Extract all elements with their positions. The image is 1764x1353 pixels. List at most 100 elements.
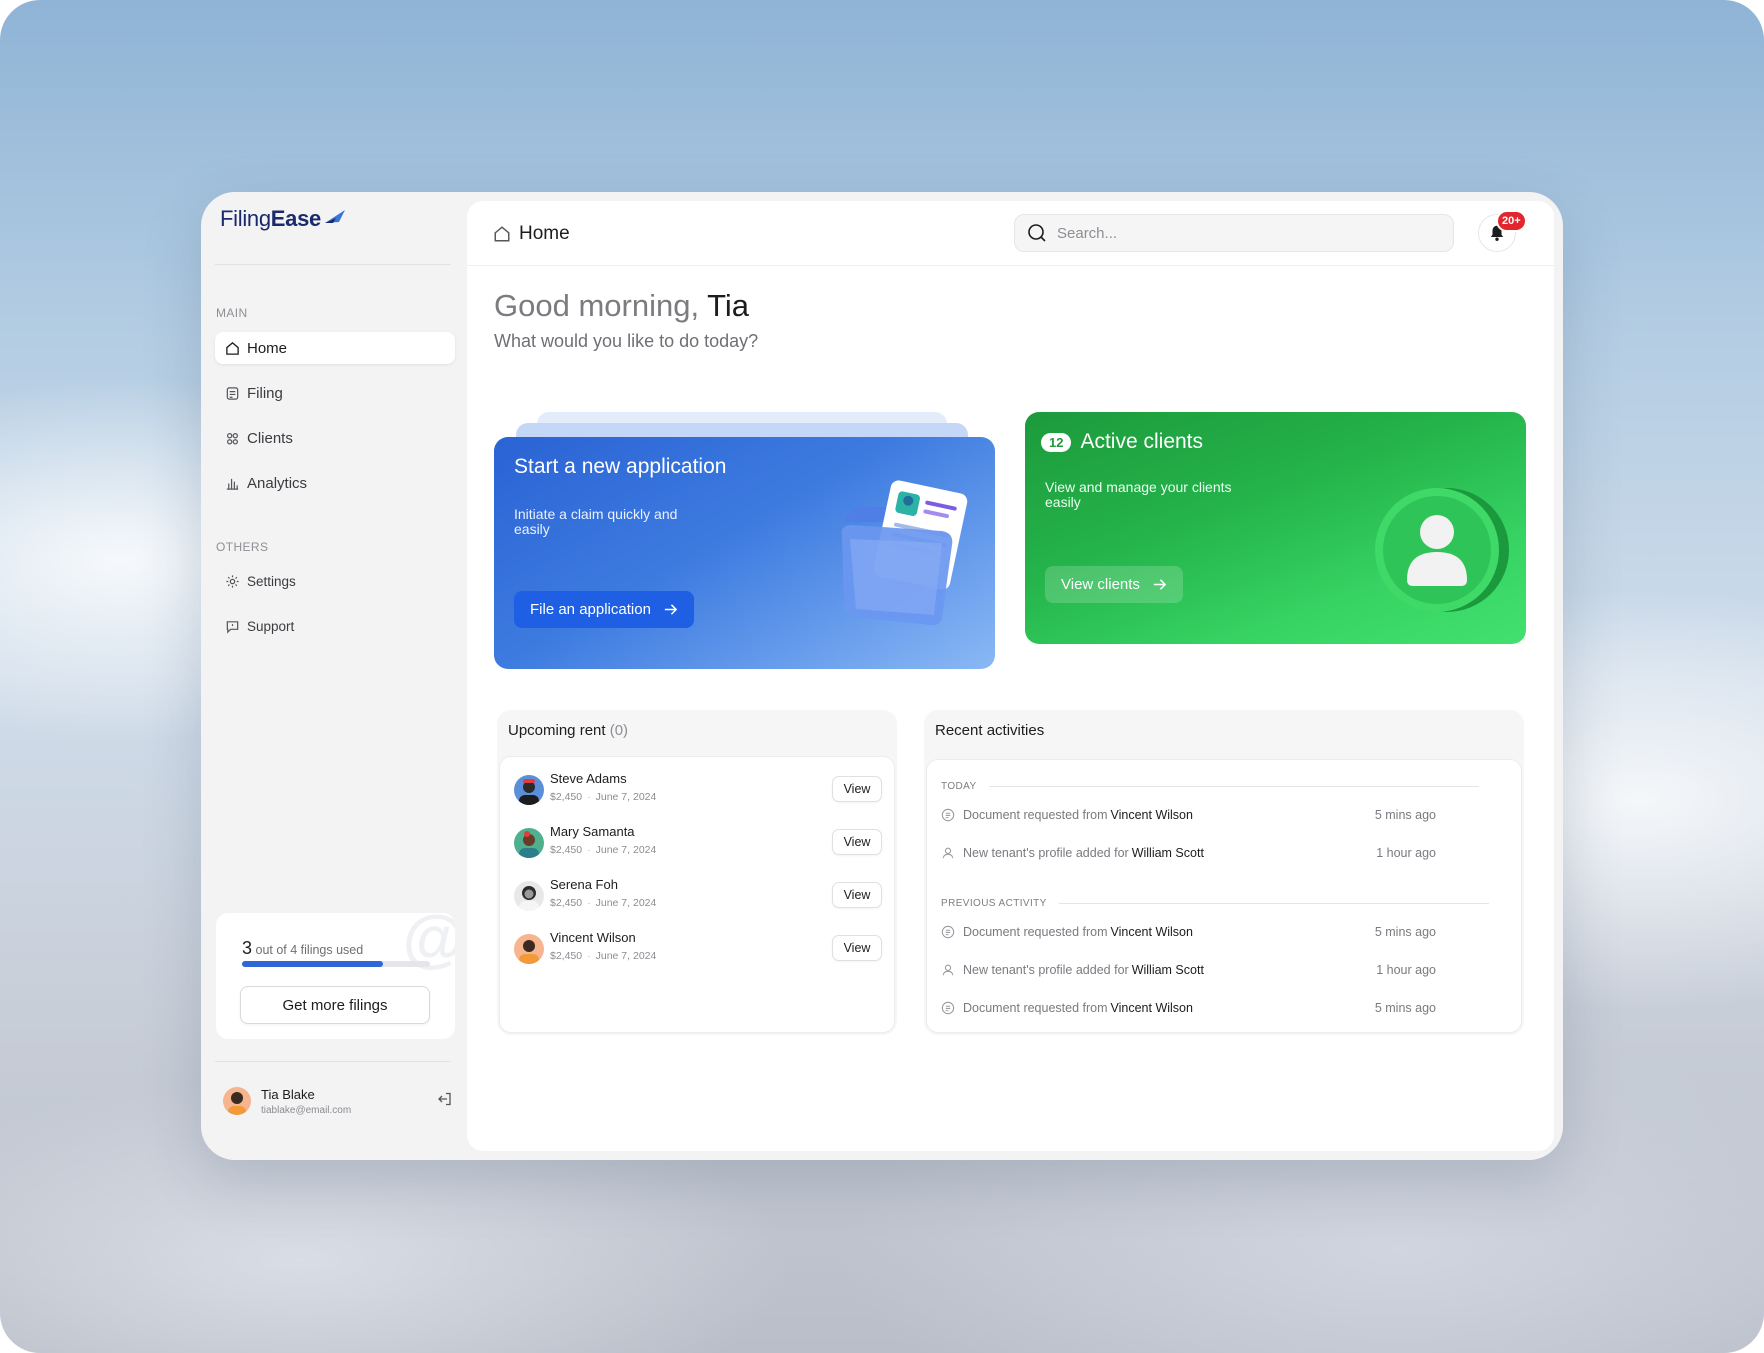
activity-text: New tenant's profile added for <box>963 963 1129 977</box>
app-window: FilingEase MAIN Home Filing Clients Anal… <box>201 192 1563 1160</box>
section-label: TODAY <box>941 781 977 792</box>
activity-item: New tenant's profile added for William Sc… <box>941 959 1436 981</box>
user-profile[interactable]: Tia Blake tiablake@email.com <box>223 1085 453 1125</box>
sidebar-item-home[interactable]: Home <box>215 332 455 364</box>
sidebar-divider <box>215 264 451 265</box>
view-button[interactable]: View <box>832 829 882 855</box>
top-bar: Home 20+ <box>467 201 1554 266</box>
document-icon <box>941 808 955 822</box>
view-button[interactable]: View <box>832 882 882 908</box>
rent-count: (0) <box>609 722 629 739</box>
search-box <box>1014 214 1454 252</box>
greeting: Good morning, Tia <box>494 288 749 324</box>
logo-text-ease: Ease <box>270 206 321 231</box>
activity-person: Vincent Wilson <box>1110 925 1193 939</box>
activity-item: Document requested from Vincent Wilson 5 … <box>941 997 1436 1019</box>
user-icon <box>942 964 954 976</box>
logo: FilingEase <box>220 206 346 232</box>
panel-title: Upcoming rent (0) <box>508 722 628 739</box>
sidebar-divider <box>215 1061 451 1062</box>
rent-meta: $2,450 · June 7, 2024 <box>550 897 657 909</box>
sidebar-item-label: Support <box>247 618 295 634</box>
tenant-name: Serena Foh <box>550 877 618 892</box>
activity-section-today: TODAY <box>941 781 1479 792</box>
rent-list: Steve Adams $2,450 · June 7, 2024 View Mar… <box>499 756 895 1033</box>
sidebar-item-label: Clients <box>247 429 293 447</box>
activity-person: Vincent Wilson <box>1110 808 1193 822</box>
user-badge-icon <box>1375 488 1509 612</box>
search-icon <box>1028 224 1046 242</box>
breadcrumb: Home <box>493 223 570 245</box>
activity-person: William Scott <box>1131 963 1204 977</box>
card-description: View and manage your clients easily <box>1045 479 1232 510</box>
home-icon <box>226 341 239 355</box>
activity-time: 5 mins ago <box>1374 808 1436 822</box>
usage-count: 3 <box>242 938 253 958</box>
sidebar-item-analytics[interactable]: Analytics <box>215 467 455 499</box>
sidebar-item-support[interactable]: Support <box>215 610 455 642</box>
rent-meta: $2,450 · June 7, 2024 <box>550 844 657 856</box>
search-input[interactable] <box>1057 224 1437 242</box>
card-title: Start a new application <box>514 455 727 478</box>
list-item: Serena Foh $2,450 · June 7, 2024 View <box>500 876 894 924</box>
user-email: tiablake@email.com <box>261 1105 352 1116</box>
activity-item: Document requested from Vincent Wilson 5 … <box>941 804 1436 826</box>
recent-activities-panel: Recent activities TODAY Document request… <box>924 710 1524 1035</box>
panel-title: Recent activities <box>935 722 1045 739</box>
rent-amount: $2,450 <box>550 791 583 803</box>
activity-time: 1 hour ago <box>1376 846 1436 860</box>
page-title: Home <box>519 223 570 244</box>
greeting-subtitle: What would you like to do today? <box>494 331 759 351</box>
document-icon <box>941 1001 955 1015</box>
section-label-others: OTHERS <box>216 540 269 554</box>
activity-time: 5 mins ago <box>1374 925 1436 939</box>
view-button[interactable]: View <box>832 935 882 961</box>
activity-text: Document requested from <box>963 808 1108 822</box>
rent-date: June 7, 2024 <box>595 897 657 909</box>
activity-text: New tenant's profile added for <box>963 846 1129 860</box>
user-icon <box>942 847 954 859</box>
avatar <box>514 934 544 964</box>
arrow-right-icon <box>664 604 678 615</box>
new-application-card: Start a new application Initiate a claim… <box>494 437 995 669</box>
gear-icon <box>226 574 239 588</box>
view-clients-button[interactable]: View clients <box>1045 566 1183 603</box>
sidebar-item-label: Settings <box>247 573 296 589</box>
rent-meta: $2,450 · June 7, 2024 <box>550 950 657 962</box>
rent-amount: $2,450 <box>550 897 583 909</box>
sidebar-item-label: Analytics <box>247 474 308 492</box>
tenant-name: Vincent Wilson <box>550 930 636 945</box>
rent-date: June 7, 2024 <box>595 791 657 803</box>
sidebar: FilingEase MAIN Home Filing Clients Anal… <box>201 192 465 1160</box>
tenant-name: Mary Samanta <box>550 824 635 839</box>
activity-time: 1 hour ago <box>1376 963 1436 977</box>
logout-icon[interactable] <box>437 1091 453 1107</box>
file-application-button[interactable]: File an application <box>514 591 694 628</box>
usage-label: out of 4 filings used <box>255 943 364 957</box>
card-description: Initiate a claim quickly and easily <box>514 506 678 537</box>
activity-text: Document requested from <box>963 925 1108 939</box>
clients-count-badge: 12 <box>1041 432 1072 452</box>
file-icon <box>226 386 239 400</box>
upcoming-rent-panel: Upcoming rent (0) Steve Adams $2,450 · Jun… <box>497 710 897 1035</box>
avatar <box>514 881 544 911</box>
section-label: PREVIOUS ACTIVITY <box>941 898 1047 909</box>
avatar <box>514 828 544 858</box>
notification-badge: 20+ <box>1496 210 1527 232</box>
sidebar-item-filing[interactable]: Filing <box>215 377 455 409</box>
get-more-filings-button[interactable]: Get more filings <box>240 986 430 1024</box>
sidebar-item-clients[interactable]: Clients <box>215 422 455 454</box>
greeting-name: Tia <box>707 288 750 323</box>
activity-list: TODAY Document requested from Vincent Wil… <box>926 759 1522 1033</box>
card-title: 12 Active clients <box>1041 430 1203 454</box>
users-icon <box>227 432 238 444</box>
activity-person: Vincent Wilson <box>1110 1001 1193 1015</box>
avatar <box>223 1087 251 1115</box>
sidebar-item-settings[interactable]: Settings <box>215 565 455 597</box>
sidebar-item-label: Home <box>247 339 288 357</box>
folder-document-icon <box>841 480 968 626</box>
activity-time: 5 mins ago <box>1374 1001 1436 1015</box>
activity-item: Document requested from Vincent Wilson 5 … <box>941 921 1436 943</box>
list-item: Steve Adams $2,450 · June 7, 2024 View <box>500 770 894 818</box>
view-button[interactable]: View <box>832 776 882 802</box>
